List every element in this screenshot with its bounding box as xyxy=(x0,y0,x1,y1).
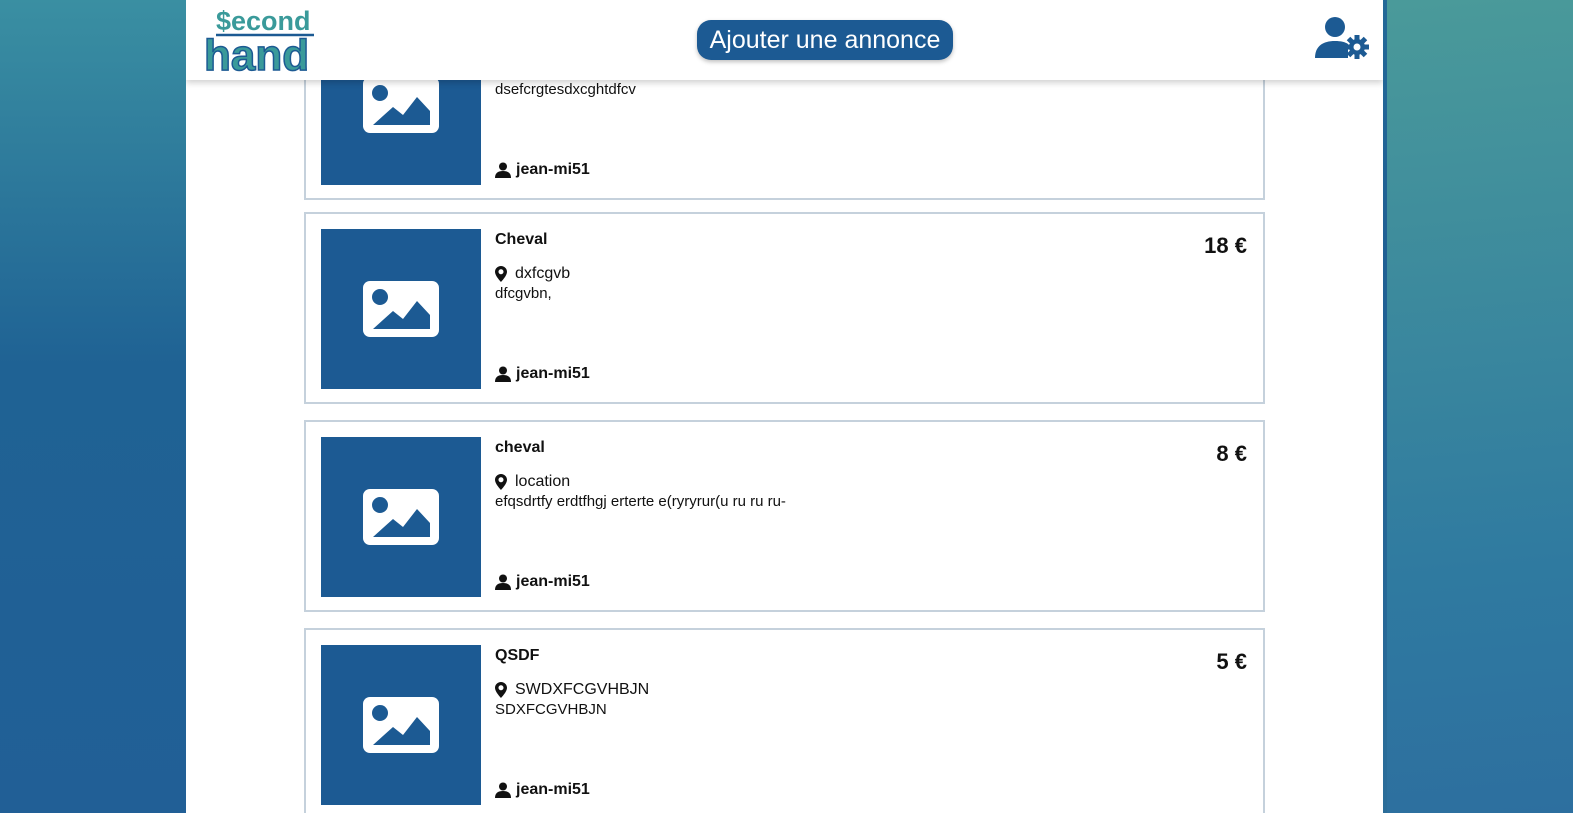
user-icon xyxy=(495,782,511,798)
image-placeholder-icon xyxy=(363,697,439,753)
listing-image xyxy=(321,437,481,597)
listing-location: location xyxy=(495,473,570,491)
add-listing-button[interactable]: Ajouter une annonce xyxy=(697,20,953,60)
location-text: location xyxy=(515,473,571,490)
seller-name: jean-mi51 xyxy=(516,365,590,382)
listing-image xyxy=(321,229,481,389)
listing-description: efqsdrtfy erdtfhgj erterte e(ryryrur(u r… xyxy=(495,493,786,510)
listing-title: Cheval xyxy=(495,231,548,248)
user-icon xyxy=(495,162,511,178)
listing-seller: jean-mi51 xyxy=(495,573,590,591)
listing-description: SDXFCGVHBJN xyxy=(495,701,607,718)
listing-price: 18 € xyxy=(1204,233,1247,258)
listing-price: 5 € xyxy=(1216,649,1247,674)
listing-description: dfcgvbn, xyxy=(495,285,552,302)
user-icon xyxy=(495,366,511,382)
listing-image xyxy=(321,645,481,805)
listing-seller: jean-mi51 xyxy=(495,781,590,799)
second-hand-logo[interactable]: $econd hand xyxy=(202,4,334,74)
map-pin-icon xyxy=(495,474,507,490)
image-placeholder-icon xyxy=(363,489,439,545)
background-right xyxy=(1387,0,1573,813)
location-text: dxfcgvb xyxy=(515,265,571,282)
map-pin-icon xyxy=(495,266,507,282)
listing-card[interactable]: Cheval 18 € dxfcgvb dfcgvbn, jean-mi51 xyxy=(304,212,1265,404)
user-icon xyxy=(495,574,511,590)
listing-title: cheval xyxy=(495,439,545,456)
image-placeholder-icon xyxy=(363,77,439,133)
listing-seller: jean-mi51 xyxy=(495,161,590,179)
seller-name: jean-mi51 xyxy=(516,573,590,590)
seller-name: jean-mi51 xyxy=(516,161,590,178)
listing-title: QSDF xyxy=(495,647,540,664)
user-gear-icon[interactable] xyxy=(1315,16,1371,62)
image-placeholder-icon xyxy=(363,281,439,337)
listing-seller: jean-mi51 xyxy=(495,365,590,383)
listing-price: 8 € xyxy=(1216,441,1247,466)
listing-location: dxfcgvb xyxy=(495,265,570,283)
seller-name: jean-mi51 xyxy=(516,781,590,798)
location-text: SWDXFCGVHBJN xyxy=(515,681,650,698)
logo-line2: hand xyxy=(204,31,309,74)
top-header: $econd hand Ajouter une annonce xyxy=(186,0,1383,80)
map-pin-icon xyxy=(495,682,507,698)
listing-location: SWDXFCGVHBJN xyxy=(495,681,649,699)
listing-card[interactable]: cheval 8 € location efqsdrtfy erdtfhgj e… xyxy=(304,420,1265,612)
listing-card[interactable]: QSDF 5 € SWDXFCGVHBJN SDXFCGVHBJN jean-m… xyxy=(304,628,1265,813)
listing-description: dsefcrgtesdxcghtdfcv xyxy=(495,81,636,98)
background-left xyxy=(0,0,186,813)
page-container: dsefcrgtesdxcghtdfcv jean-mi51 Cheval 18… xyxy=(186,0,1383,813)
